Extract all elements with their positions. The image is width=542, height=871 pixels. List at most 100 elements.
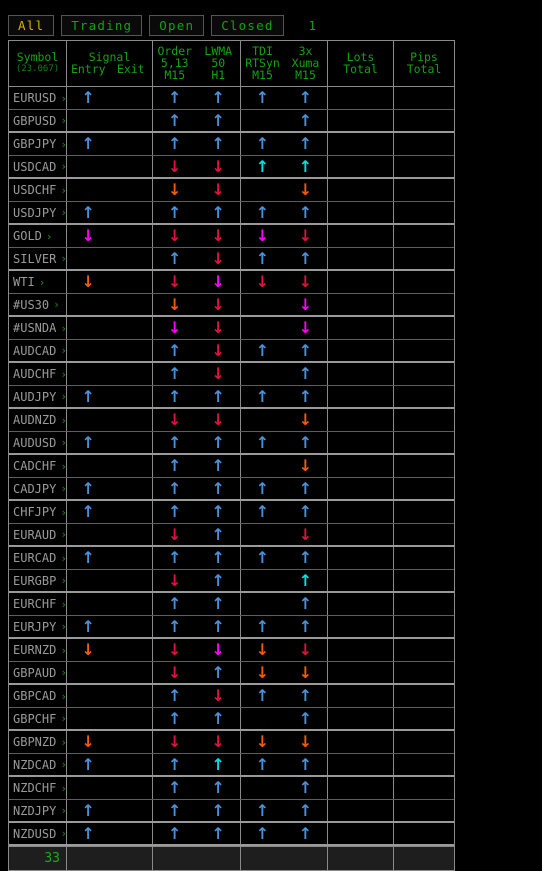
- signal-entry-signal-exit-cell[interactable]: [67, 570, 153, 591]
- tdi-xuma-cell[interactable]: ↑ ↑: [241, 202, 328, 223]
- table-row[interactable]: USDCHF › ↓ ↓ ↓: [9, 179, 454, 202]
- order-lwma-cell[interactable]: ↓ ↓: [153, 294, 241, 315]
- order-lwma-cell[interactable]: ↓ ↓: [153, 156, 241, 177]
- order-lwma-cell[interactable]: ↓ ↑: [153, 662, 241, 683]
- lots-cell[interactable]: [328, 340, 394, 361]
- symbol-cell[interactable]: GBPNZD ›: [9, 731, 67, 753]
- signal-entry-signal-exit-cell[interactable]: ↓: [67, 731, 153, 753]
- tdi-xuma-cell[interactable]: ↓ ↓: [241, 662, 328, 683]
- lots-cell[interactable]: [328, 87, 394, 109]
- chevron-right-icon[interactable]: ›: [60, 506, 66, 519]
- signal-entry-signal-exit-cell[interactable]: [67, 593, 153, 615]
- signal-entry-signal-exit-cell[interactable]: [67, 455, 153, 477]
- filter-button-closed[interactable]: Closed: [211, 15, 284, 36]
- lots-cell[interactable]: [328, 409, 394, 431]
- pips-cell[interactable]: [394, 363, 454, 385]
- order-lwma-cell[interactable]: ↓ ↓: [153, 225, 241, 247]
- chevron-right-icon[interactable]: ›: [60, 436, 66, 449]
- signal-entry-signal-exit-cell[interactable]: [67, 317, 153, 339]
- signal-entry-signal-exit-cell[interactable]: ↑: [67, 754, 153, 775]
- symbol-cell[interactable]: NZDCAD ›: [9, 754, 67, 775]
- lots-cell[interactable]: [328, 110, 394, 131]
- filter-button-trading[interactable]: Trading: [61, 15, 143, 36]
- chevron-right-icon[interactable]: ›: [60, 528, 66, 541]
- tdi-xuma-cell[interactable]: ↑: [241, 363, 328, 385]
- tdi-xuma-cell[interactable]: ↓: [241, 179, 328, 201]
- tdi-xuma-cell[interactable]: ↑: [241, 593, 328, 615]
- filter-button-open[interactable]: Open: [149, 15, 205, 36]
- chevron-right-icon[interactable]: ›: [60, 690, 66, 703]
- symbol-cell[interactable]: GBPCAD ›: [9, 685, 67, 707]
- chevron-right-icon[interactable]: ›: [60, 206, 66, 219]
- chevron-right-icon[interactable]: ›: [60, 620, 66, 633]
- pips-cell[interactable]: [394, 570, 454, 591]
- symbol-cell[interactable]: NZDCHF ›: [9, 777, 67, 799]
- signal-entry-signal-exit-cell[interactable]: ↑: [67, 501, 153, 523]
- tdi-xuma-cell[interactable]: ↑ ↑: [241, 386, 328, 407]
- order-lwma-cell[interactable]: ↓ ↓: [153, 409, 241, 431]
- signal-entry-signal-exit-cell[interactable]: [67, 409, 153, 431]
- order-lwma-cell[interactable]: ↑ ↑: [153, 501, 241, 523]
- chevron-right-icon[interactable]: ›: [60, 138, 66, 151]
- pips-cell[interactable]: [394, 432, 454, 453]
- chevron-right-icon[interactable]: ›: [60, 644, 66, 657]
- signal-entry-signal-exit-cell[interactable]: [67, 708, 153, 729]
- pips-cell[interactable]: [394, 340, 454, 361]
- signal-entry-signal-exit-cell[interactable]: [67, 294, 153, 315]
- table-row[interactable]: NZDJPY › ↑ ↑ ↑ ↑ ↑: [9, 800, 454, 823]
- order-lwma-cell[interactable]: ↑ ↓: [153, 248, 241, 269]
- order-lwma-cell[interactable]: ↑ ↓: [153, 340, 241, 361]
- tdi-xuma-cell[interactable]: ↑ ↑: [241, 248, 328, 269]
- signal-entry-signal-exit-cell[interactable]: [67, 524, 153, 545]
- table-row[interactable]: NZDCHF › ↑ ↑ ↑: [9, 777, 454, 800]
- symbol-cell[interactable]: GBPAUD ›: [9, 662, 67, 683]
- order-lwma-cell[interactable]: ↑ ↑: [153, 800, 241, 821]
- chevron-right-icon[interactable]: ›: [60, 252, 66, 265]
- pips-cell[interactable]: [394, 87, 454, 109]
- symbol-cell[interactable]: CHFJPY ›: [9, 501, 67, 523]
- pips-cell[interactable]: [394, 593, 454, 615]
- symbol-cell[interactable]: EURJPY ›: [9, 616, 67, 637]
- signal-entry-signal-exit-cell[interactable]: ↑: [67, 616, 153, 637]
- lots-cell[interactable]: [328, 593, 394, 615]
- chevron-right-icon[interactable]: ›: [60, 92, 66, 105]
- pips-cell[interactable]: [394, 777, 454, 799]
- table-row[interactable]: GOLD › ↓ ↓ ↓ ↓ ↓: [9, 225, 454, 248]
- signal-entry-signal-exit-cell[interactable]: [67, 156, 153, 177]
- lots-cell[interactable]: [328, 639, 394, 661]
- table-row[interactable]: SILVER › ↑ ↓ ↑ ↑: [9, 248, 454, 271]
- chevron-right-icon[interactable]: ›: [60, 482, 66, 495]
- order-lwma-cell[interactable]: ↓ ↓: [153, 317, 241, 339]
- symbol-cell[interactable]: USDCAD ›: [9, 156, 67, 177]
- order-lwma-cell[interactable]: ↓ ↓: [153, 271, 241, 293]
- order-lwma-cell[interactable]: ↑ ↓: [153, 363, 241, 385]
- pips-cell[interactable]: [394, 455, 454, 477]
- table-row[interactable]: AUDJPY › ↑ ↑ ↑ ↑ ↑: [9, 386, 454, 409]
- filter-button-all[interactable]: All: [8, 15, 55, 36]
- order-lwma-cell[interactable]: ↓ ↓: [153, 639, 241, 661]
- pips-cell[interactable]: [394, 616, 454, 637]
- lots-cell[interactable]: [328, 133, 394, 155]
- tdi-xuma-cell[interactable]: ↓: [241, 455, 328, 477]
- symbol-cell[interactable]: AUDJPY ›: [9, 386, 67, 407]
- order-lwma-cell[interactable]: ↑ ↑: [153, 386, 241, 407]
- signal-entry-signal-exit-cell[interactable]: ↑: [67, 478, 153, 499]
- order-lwma-cell[interactable]: ↑ ↑: [153, 708, 241, 729]
- symbol-cell[interactable]: #US30 ›: [9, 294, 67, 315]
- pips-cell[interactable]: [394, 294, 454, 315]
- table-row[interactable]: AUDNZD › ↓ ↓ ↓: [9, 409, 454, 432]
- symbol-cell[interactable]: EURCHF ›: [9, 593, 67, 615]
- symbol-cell[interactable]: WTI ›: [9, 271, 67, 293]
- lots-cell[interactable]: [328, 823, 394, 844]
- tdi-xuma-cell[interactable]: ↑ ↑: [241, 547, 328, 569]
- chevron-right-icon[interactable]: ›: [60, 827, 66, 840]
- tdi-xuma-cell[interactable]: ↑ ↑: [241, 432, 328, 453]
- chevron-right-icon[interactable]: ›: [60, 736, 66, 749]
- lots-cell[interactable]: [328, 754, 394, 775]
- signal-entry-signal-exit-cell[interactable]: ↑: [67, 202, 153, 223]
- symbol-cell[interactable]: NZDUSD ›: [9, 823, 67, 844]
- table-row[interactable]: EURCHF › ↑ ↑ ↑: [9, 593, 454, 616]
- symbol-cell[interactable]: EURGBP ›: [9, 570, 67, 591]
- signal-entry-signal-exit-cell[interactable]: [67, 110, 153, 131]
- lots-cell[interactable]: [328, 455, 394, 477]
